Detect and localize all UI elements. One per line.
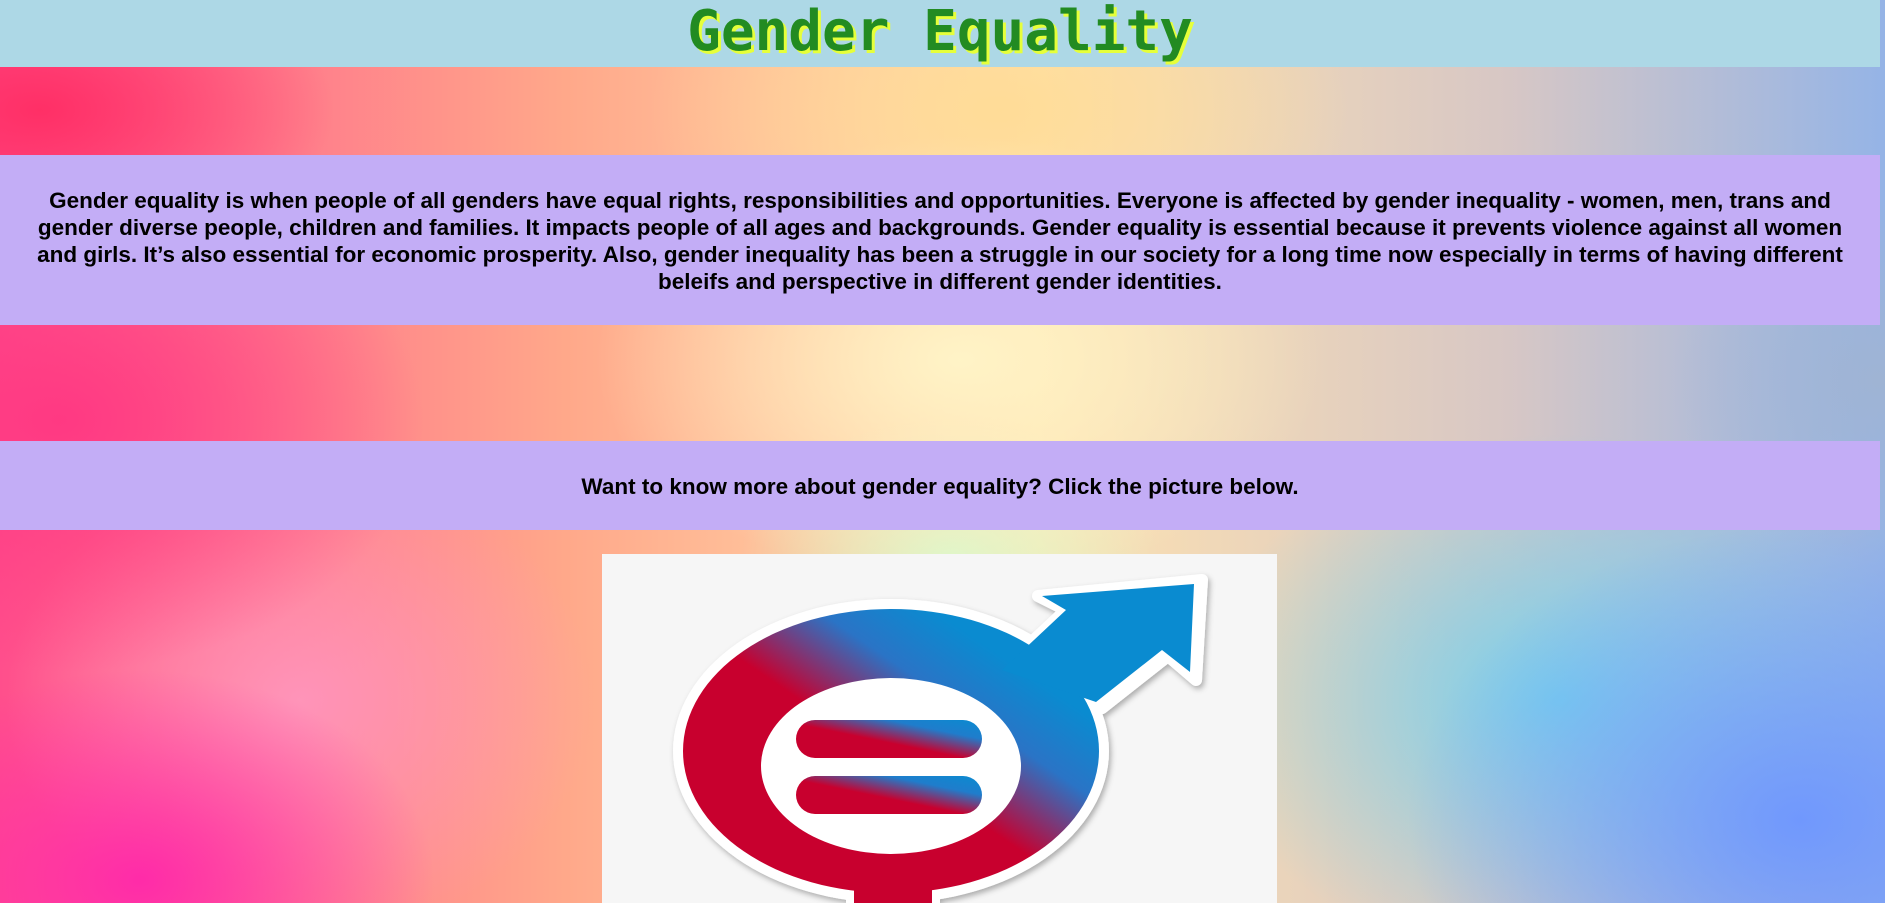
cta-panel: Want to know more about gender equality?… — [0, 441, 1880, 530]
gender-equality-picture-link[interactable] — [602, 554, 1277, 903]
cta-text: Want to know more about gender equality?… — [581, 474, 1299, 499]
page-title: Gender Equality — [687, 0, 1193, 64]
intro-paragraph: Gender equality is when people of all ge… — [37, 188, 1843, 294]
gender-equality-symbol-icon — [673, 574, 1208, 903]
intro-panel: Gender equality is when people of all ge… — [0, 155, 1880, 325]
page-header: Gender Equality — [0, 0, 1880, 67]
